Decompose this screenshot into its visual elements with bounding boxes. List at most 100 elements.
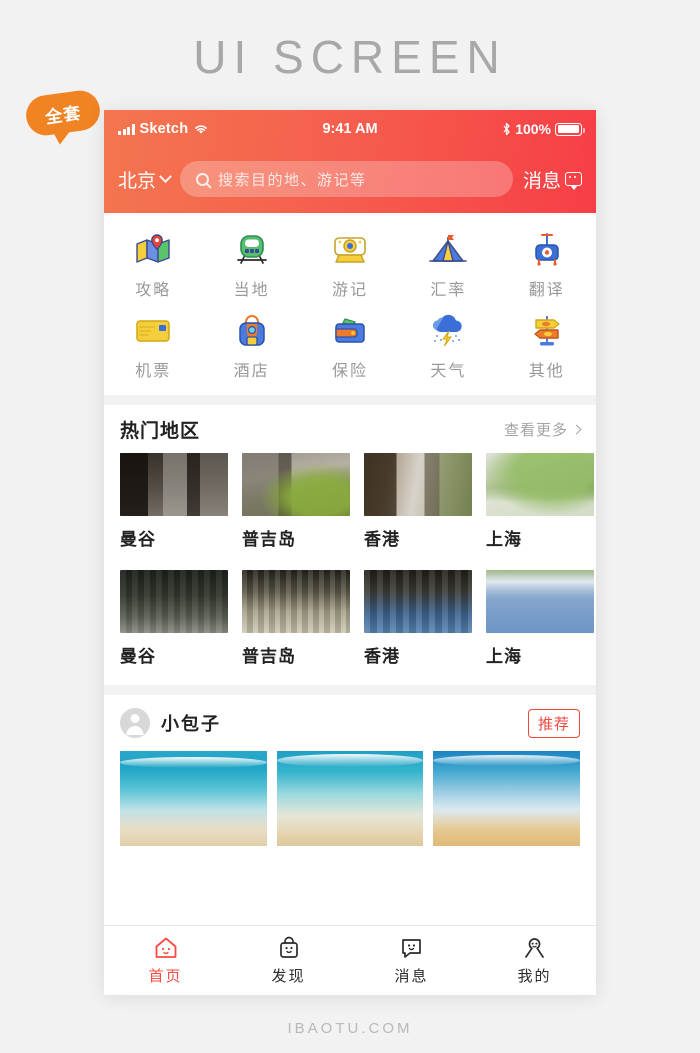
region-name: 曼谷 — [120, 647, 156, 666]
quick-entry-label: 其他 — [528, 363, 565, 380]
page-title: UI SCREEN — [193, 31, 507, 83]
signal-bars-icon — [118, 123, 135, 135]
region-name: 曼谷 — [120, 530, 156, 549]
region-name: 普吉岛 — [242, 530, 296, 549]
avatar-icon[interactable] — [120, 708, 150, 738]
search-input[interactable]: 搜索目的地、游记等 — [180, 161, 513, 197]
chevron-down-icon — [159, 169, 172, 183]
quick-entry-jiudian[interactable]: 酒店 — [202, 312, 300, 381]
post-photo[interactable] — [120, 751, 267, 846]
user-post-photos — [120, 751, 581, 860]
region-name: 普吉岛 — [242, 647, 296, 666]
quick-entry-label: 保险 — [331, 363, 368, 380]
region-name: 香港 — [364, 530, 400, 549]
quick-entry-label: 天气 — [430, 363, 467, 380]
message-bubble-icon — [565, 172, 582, 190]
ticket-card-icon — [132, 312, 174, 350]
quick-entry-label: 机票 — [135, 363, 172, 380]
fullset-badge: 全套 — [23, 88, 103, 138]
tab-label: 消息 — [394, 967, 429, 985]
backpack-icon — [231, 312, 273, 350]
tab-profile[interactable]: 我的 — [473, 936, 596, 986]
page-root: UI SCREEN 全套 Sketch 9:41 AM 100% 北京 搜索目的… — [0, 0, 700, 1053]
message-button[interactable]: 消息 — [523, 166, 582, 193]
region-thumbnail — [486, 570, 594, 633]
region-tile[interactable]: 曼谷 — [120, 453, 228, 550]
quick-entry-fanyi[interactable]: 翻译 — [498, 231, 596, 300]
region-name: 上海 — [486, 647, 522, 666]
person-icon — [525, 937, 544, 958]
bluetooth-icon — [503, 122, 510, 136]
wallet-icon — [329, 312, 371, 350]
hot-regions-section: 热门地区 查看更多 曼谷 普吉岛 香港 上海 曼谷 普吉岛 香港 上海 — [104, 405, 596, 685]
section-divider — [104, 685, 596, 695]
section-title: 热门地区 — [120, 420, 201, 442]
status-badge: 推荐 — [527, 708, 580, 738]
site-watermark: IBAOTU.COM — [287, 1020, 413, 1037]
username-label: 小包子 — [161, 714, 221, 734]
region-tile[interactable]: 上海 — [486, 570, 594, 667]
region-tile[interactable]: 普吉岛 — [242, 453, 350, 550]
message-label: 消息 — [522, 170, 561, 192]
battery-icon — [555, 122, 585, 136]
bottom-tab-bar: 首页 发现 消息 我的 — [104, 925, 596, 995]
quick-entry-label: 攻略 — [135, 282, 172, 299]
hot-regions-row-2: 曼谷 普吉岛 香港 上海 — [120, 570, 594, 685]
region-thumbnail — [242, 570, 350, 633]
quick-entry-section: 攻略 当地 游记 汇率 翻译 机票 酒店 保险 天气 其他 — [104, 213, 596, 395]
region-tile[interactable]: 香港 — [364, 570, 472, 667]
post-photo[interactable] — [276, 751, 424, 846]
city-selector[interactable]: 北京 — [118, 166, 172, 193]
quick-entry-label: 酒店 — [233, 363, 270, 380]
tab-discover[interactable]: 发现 — [227, 936, 350, 986]
quick-entry-baoxian[interactable]: 保险 — [301, 312, 399, 381]
view-more-link[interactable]: 查看更多 — [503, 419, 582, 440]
train-icon — [231, 231, 273, 269]
chevron-right-icon — [571, 424, 582, 434]
region-tile[interactable]: 上海 — [486, 453, 594, 550]
tent-icon — [427, 231, 469, 269]
status-bar: Sketch 9:41 AM 100% — [104, 110, 596, 148]
search-placeholder: 搜索目的地、游记等 — [218, 171, 367, 189]
clock-label: 9:41 AM — [322, 121, 378, 137]
app-header: Sketch 9:41 AM 100% 北京 搜索目的地、游记等 消息 — [104, 110, 596, 213]
quick-entry-jipiao[interactable]: 机票 — [104, 312, 202, 381]
view-more-label: 查看更多 — [503, 421, 568, 439]
hot-regions-row-1: 曼谷 普吉岛 香港 上海 — [120, 453, 594, 556]
region-tile[interactable]: 香港 — [364, 453, 472, 550]
region-thumbnail — [364, 453, 472, 516]
post-photo[interactable] — [433, 751, 581, 846]
city-label: 北京 — [118, 170, 157, 192]
search-icon — [196, 172, 210, 186]
quick-entry-gonglue[interactable]: 攻略 — [104, 231, 202, 300]
map-icon — [132, 231, 174, 269]
region-thumbnail — [364, 570, 472, 633]
user-post-section: 小包子 推荐 — [104, 695, 596, 860]
tab-label: 发现 — [271, 967, 306, 985]
region-name: 香港 — [364, 647, 400, 666]
tab-message[interactable]: 消息 — [350, 936, 473, 986]
user-post-header: 小包子 推荐 — [120, 695, 580, 751]
region-thumbnail — [120, 570, 228, 633]
tab-label: 我的 — [517, 967, 552, 985]
home-icon — [155, 937, 176, 958]
region-thumbnail — [120, 453, 228, 516]
quick-entry-label: 当地 — [233, 282, 270, 299]
region-tile[interactable]: 曼谷 — [120, 570, 228, 667]
search-row: 北京 搜索目的地、游记等 消息 — [104, 148, 596, 210]
quick-entry-huilv[interactable]: 汇率 — [399, 231, 497, 300]
quick-entry-qita[interactable]: 其他 — [498, 312, 596, 381]
tab-home[interactable]: 首页 — [104, 936, 227, 986]
quick-entry-label: 游记 — [331, 282, 368, 299]
quick-entry-dangdi[interactable]: 当地 — [202, 231, 300, 300]
signpost-icon — [526, 312, 568, 350]
region-thumbnail — [486, 453, 594, 516]
region-tile[interactable]: 普吉岛 — [242, 570, 350, 667]
hot-regions-header: 热门地区 查看更多 — [120, 405, 582, 453]
quick-entry-tianqi[interactable]: 天气 — [399, 312, 497, 381]
translate-device-icon — [526, 231, 568, 269]
storm-cloud-icon — [427, 312, 469, 350]
quick-entry-youji[interactable]: 游记 — [301, 231, 399, 300]
battery-percent-label: 100% — [515, 121, 551, 137]
section-divider — [104, 395, 596, 405]
